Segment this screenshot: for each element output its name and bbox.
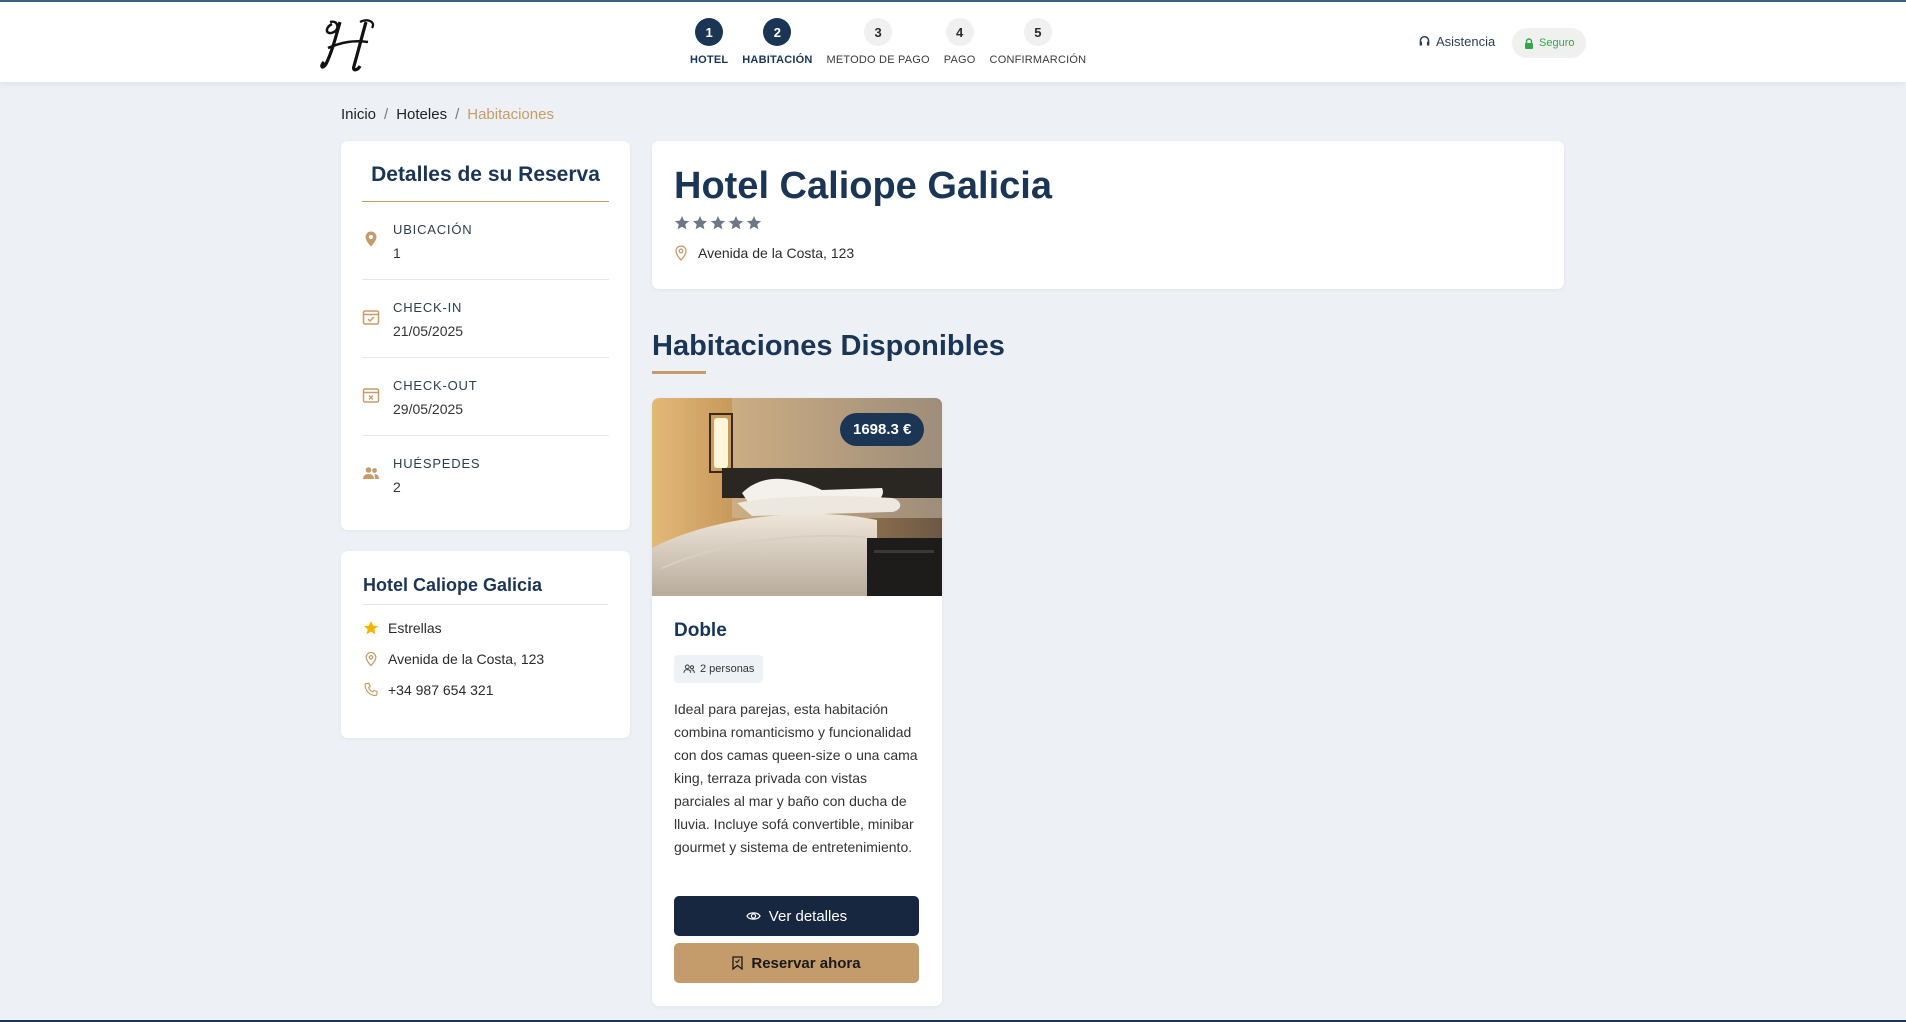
detail-value: 21/05/2025 bbox=[393, 323, 464, 339]
location-pin-outline-icon bbox=[363, 651, 379, 667]
hotel-title-card: Hotel Caliope Galicia Avenida de la Cost… bbox=[652, 141, 1564, 289]
secure-label: Seguro bbox=[1539, 37, 1575, 49]
step-label: PAGO bbox=[943, 54, 976, 66]
breadcrumb-inicio[interactable]: Inicio bbox=[341, 106, 376, 123]
booking-details-card: Detalles de su Reserva UBICACIÓN 1 CHECK… bbox=[341, 141, 630, 530]
step-number: 5 bbox=[1023, 18, 1052, 46]
step-pago[interactable]: 4 PAGO bbox=[944, 18, 976, 66]
lock-icon bbox=[1525, 37, 1533, 49]
detail-check-in: CHECK-IN 21/05/2025 bbox=[362, 280, 609, 358]
detail-key: CHECK-OUT bbox=[393, 378, 478, 393]
bookmark-icon bbox=[732, 956, 744, 970]
reserve-now-button[interactable]: Reservar ahora bbox=[674, 943, 919, 983]
headset-icon bbox=[1419, 35, 1430, 46]
secure-badge: Seguro bbox=[1512, 28, 1587, 58]
hotel-phone: +34 987 654 321 bbox=[388, 682, 494, 698]
detail-value: 29/05/2025 bbox=[393, 401, 464, 417]
view-details-label: Ver detalles bbox=[768, 907, 848, 925]
hotel-logo[interactable] bbox=[318, 14, 384, 74]
assistance-link[interactable]: Asistencia bbox=[1418, 34, 1495, 49]
step-number: 3 bbox=[864, 18, 893, 46]
hotel-address-line: Avenida de la Costa, 123 bbox=[363, 651, 608, 667]
room-name: Doble bbox=[674, 620, 727, 641]
room-price-badge: 1698.3 € bbox=[840, 413, 925, 446]
room-description: Ideal para parejas, esta habitación comb… bbox=[674, 701, 918, 855]
section-underline bbox=[652, 371, 706, 374]
star-icon bbox=[710, 216, 726, 230]
step-habitacion[interactable]: 2 HABITACIÓN bbox=[742, 18, 812, 66]
hotel-address-row: Avenida de la Costa, 123 bbox=[674, 245, 854, 261]
hotel-stars-line: Estrellas bbox=[363, 620, 608, 636]
step-label: HABITACIÓN bbox=[742, 54, 813, 66]
step-confirmacion[interactable]: 5 CONFIRMARCIÓN bbox=[990, 18, 1087, 66]
hotel-rating bbox=[674, 215, 762, 231]
detail-key: UBICACIÓN bbox=[393, 222, 473, 237]
eye-icon bbox=[746, 912, 761, 920]
assistance-label: Asistencia bbox=[1436, 34, 1496, 49]
checkout-steps: 1 HOTEL 2 HABITACIÓN 3 METODO DE PAGO 4 … bbox=[690, 18, 1100, 66]
hotel-address: Avenida de la Costa, 123 bbox=[698, 245, 855, 261]
breadcrumb-hoteles[interactable]: Hoteles bbox=[396, 106, 447, 123]
step-label: METODO DE PAGO bbox=[826, 54, 930, 66]
star-icon bbox=[692, 216, 708, 230]
top-navbar: 1 HOTEL 2 HABITACIÓN 3 METODO DE PAGO 4 … bbox=[0, 0, 1906, 82]
hotel-title: Hotel Caliope Galicia bbox=[674, 165, 1052, 207]
step-hotel[interactable]: 1 HOTEL bbox=[690, 18, 728, 66]
detail-value: 2 bbox=[393, 479, 401, 495]
step-metodo-de-pago[interactable]: 3 METODO DE PAGO bbox=[827, 18, 930, 66]
room-capacity-label: 2 personas bbox=[700, 663, 755, 675]
phone-icon bbox=[363, 682, 379, 698]
room-capacity-badge: 2 personas bbox=[674, 655, 764, 683]
hotel-info-card: Hotel Caliope Galicia Estrellas Avenida … bbox=[341, 551, 630, 738]
step-label: CONFIRMARCIÓN bbox=[989, 54, 1087, 66]
calendar-check-icon bbox=[362, 310, 380, 325]
booking-details-title: Detalles de su Reserva bbox=[362, 163, 609, 202]
detail-key: HUÉSPEDES bbox=[393, 456, 481, 471]
view-details-button[interactable]: Ver detalles bbox=[674, 896, 919, 936]
detail-guests: HUÉSPEDES 2 bbox=[362, 436, 609, 513]
rooms-section-title: Habitaciones Disponibles bbox=[652, 330, 1005, 362]
hotel-address: Avenida de la Costa, 123 bbox=[388, 651, 545, 667]
star-icon bbox=[363, 620, 379, 636]
detail-check-out: CHECK-OUT 29/05/2025 bbox=[362, 358, 609, 436]
breadcrumb-separator: / bbox=[384, 106, 389, 123]
step-number: 1 bbox=[695, 18, 724, 46]
star-icon bbox=[746, 216, 762, 230]
hotel-info-name: Hotel Caliope Galicia bbox=[363, 575, 608, 605]
hotel-phone-line: +34 987 654 321 bbox=[363, 682, 608, 698]
detail-key: CHECK-IN bbox=[393, 300, 463, 315]
breadcrumb-separator: / bbox=[455, 106, 460, 123]
detail-value: 1 bbox=[393, 245, 401, 261]
room-card: 1698.3 € Doble 2 personas Ideal para par… bbox=[652, 398, 942, 1006]
star-icon bbox=[674, 216, 690, 230]
breadcrumb: Inicio / Hoteles / Habitaciones bbox=[341, 106, 554, 123]
detail-location: UBICACIÓN 1 bbox=[362, 202, 609, 280]
hotel-stars-label: Estrellas bbox=[388, 620, 442, 636]
star-icon bbox=[728, 216, 744, 230]
location-pin-outline-icon bbox=[675, 245, 687, 261]
step-number: 4 bbox=[945, 18, 974, 46]
step-label: HOTEL bbox=[690, 54, 729, 66]
people-outline-icon bbox=[683, 664, 695, 673]
breadcrumb-habitaciones: Habitaciones bbox=[467, 106, 554, 123]
step-number: 2 bbox=[763, 18, 792, 46]
location-pin-icon bbox=[365, 231, 377, 247]
reserve-now-label: Reservar ahora bbox=[751, 954, 861, 972]
calendar-x-icon bbox=[362, 388, 380, 403]
people-icon bbox=[363, 467, 379, 479]
